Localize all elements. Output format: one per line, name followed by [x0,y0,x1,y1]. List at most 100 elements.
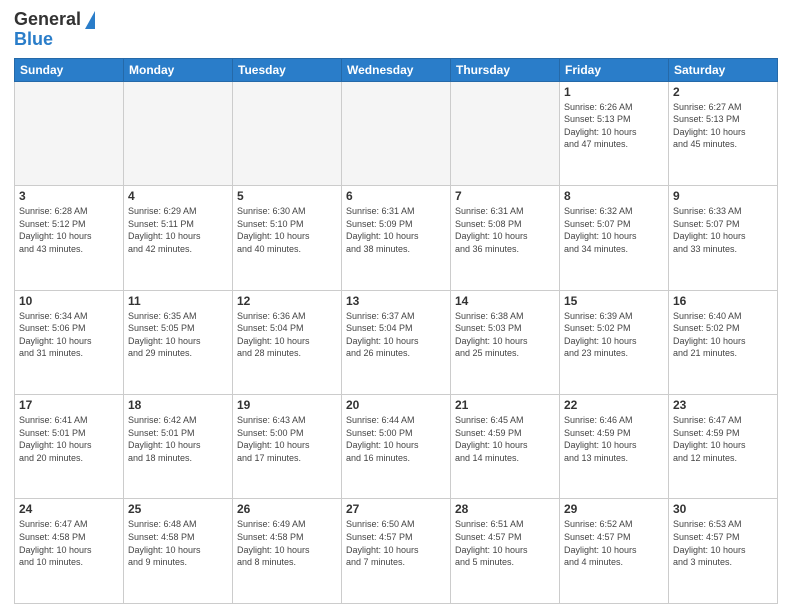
day-cell: 24 Sunrise: 6:47 AM Sunset: 4:58 PM Dayli… [15,499,124,604]
day-cell: 25 Sunrise: 6:48 AM Sunset: 4:58 PM Dayli… [124,499,233,604]
day-info: Sunrise: 6:37 AM Sunset: 5:04 PM Dayligh… [346,310,446,360]
day-info: Sunrise: 6:46 AM Sunset: 4:59 PM Dayligh… [564,414,664,464]
day-cell: 9 Sunrise: 6:33 AM Sunset: 5:07 PM Daylig… [669,186,778,290]
logo-general: General [14,9,81,29]
day-number: 2 [673,85,773,99]
day-number: 27 [346,502,446,516]
week-row-1: 3 Sunrise: 6:28 AM Sunset: 5:12 PM Daylig… [15,186,778,290]
day-info: Sunrise: 6:49 AM Sunset: 4:58 PM Dayligh… [237,518,337,568]
day-info: Sunrise: 6:39 AM Sunset: 5:02 PM Dayligh… [564,310,664,360]
day-info: Sunrise: 6:32 AM Sunset: 5:07 PM Dayligh… [564,205,664,255]
weekday-saturday: Saturday [669,58,778,81]
day-number: 30 [673,502,773,516]
day-cell [15,81,124,185]
day-number: 17 [19,398,119,412]
day-number: 4 [128,189,228,203]
page: General Blue SundayMondayTuesdayWednesda… [0,0,792,612]
day-number: 3 [19,189,119,203]
day-cell: 5Sunrise: 6:30 AM Sunset: 5:10 PM Daylig… [233,186,342,290]
day-cell: 7 Sunrise: 6:31 AM Sunset: 5:08 PM Daylig… [451,186,560,290]
day-info: Sunrise: 6:43 AM Sunset: 5:00 PM Dayligh… [237,414,337,464]
day-cell: 29Sunrise: 6:52 AM Sunset: 4:57 PM Dayli… [560,499,669,604]
day-number: 6 [346,189,446,203]
day-info: Sunrise: 6:41 AM Sunset: 5:01 PM Dayligh… [19,414,119,464]
day-number: 24 [19,502,119,516]
day-number: 19 [237,398,337,412]
header: General Blue [14,10,778,50]
day-cell: 28Sunrise: 6:51 AM Sunset: 4:57 PM Dayli… [451,499,560,604]
day-info: Sunrise: 6:27 AM Sunset: 5:13 PM Dayligh… [673,101,773,151]
day-info: Sunrise: 6:26 AM Sunset: 5:13 PM Dayligh… [564,101,664,151]
logo: General Blue [14,10,95,50]
day-number: 21 [455,398,555,412]
day-number: 25 [128,502,228,516]
day-cell [342,81,451,185]
day-cell: 14 Sunrise: 6:38 AM Sunset: 5:03 PM Dayli… [451,290,560,394]
day-cell: 10 Sunrise: 6:34 AM Sunset: 5:06 PM Dayli… [15,290,124,394]
day-info: Sunrise: 6:52 AM Sunset: 4:57 PM Dayligh… [564,518,664,568]
week-row-2: 10 Sunrise: 6:34 AM Sunset: 5:06 PM Dayli… [15,290,778,394]
weekday-friday: Friday [560,58,669,81]
day-number: 5 [237,189,337,203]
day-info: Sunrise: 6:34 AM Sunset: 5:06 PM Dayligh… [19,310,119,360]
day-number: 9 [673,189,773,203]
day-cell [233,81,342,185]
day-info: Sunrise: 6:47 AM Sunset: 4:58 PM Dayligh… [19,518,119,568]
day-info: Sunrise: 6:36 AM Sunset: 5:04 PM Dayligh… [237,310,337,360]
day-number: 10 [19,294,119,308]
day-cell: 27Sunrise: 6:50 AM Sunset: 4:57 PM Dayli… [342,499,451,604]
day-info: Sunrise: 6:42 AM Sunset: 5:01 PM Dayligh… [128,414,228,464]
day-number: 12 [237,294,337,308]
day-info: Sunrise: 6:33 AM Sunset: 5:07 PM Dayligh… [673,205,773,255]
day-info: Sunrise: 6:35 AM Sunset: 5:05 PM Dayligh… [128,310,228,360]
day-cell: 30Sunrise: 6:53 AM Sunset: 4:57 PM Dayli… [669,499,778,604]
day-cell: 18 Sunrise: 6:42 AM Sunset: 5:01 PM Dayli… [124,395,233,499]
day-number: 16 [673,294,773,308]
day-cell: 3 Sunrise: 6:28 AM Sunset: 5:12 PM Daylig… [15,186,124,290]
day-number: 20 [346,398,446,412]
weekday-wednesday: Wednesday [342,58,451,81]
day-cell: 22 Sunrise: 6:46 AM Sunset: 4:59 PM Dayli… [560,395,669,499]
weekday-tuesday: Tuesday [233,58,342,81]
day-info: Sunrise: 6:40 AM Sunset: 5:02 PM Dayligh… [673,310,773,360]
day-cell: 26 Sunrise: 6:49 AM Sunset: 4:58 PM Dayli… [233,499,342,604]
weekday-header-row: SundayMondayTuesdayWednesdayThursdayFrid… [15,58,778,81]
day-cell: 15Sunrise: 6:39 AM Sunset: 5:02 PM Dayli… [560,290,669,394]
day-number: 22 [564,398,664,412]
day-number: 26 [237,502,337,516]
day-cell: 1 Sunrise: 6:26 AM Sunset: 5:13 PM Daylig… [560,81,669,185]
day-number: 1 [564,85,664,99]
day-cell: 2 Sunrise: 6:27 AM Sunset: 5:13 PM Daylig… [669,81,778,185]
weekday-sunday: Sunday [15,58,124,81]
week-row-0: 1 Sunrise: 6:26 AM Sunset: 5:13 PM Daylig… [15,81,778,185]
day-number: 7 [455,189,555,203]
day-info: Sunrise: 6:31 AM Sunset: 5:09 PM Dayligh… [346,205,446,255]
day-cell: 20 Sunrise: 6:44 AM Sunset: 5:00 PM Dayli… [342,395,451,499]
day-number: 14 [455,294,555,308]
logo-triangle [85,11,95,29]
day-info: Sunrise: 6:48 AM Sunset: 4:58 PM Dayligh… [128,518,228,568]
week-row-4: 24 Sunrise: 6:47 AM Sunset: 4:58 PM Dayli… [15,499,778,604]
day-info: Sunrise: 6:47 AM Sunset: 4:59 PM Dayligh… [673,414,773,464]
day-info: Sunrise: 6:29 AM Sunset: 5:11 PM Dayligh… [128,205,228,255]
day-cell: 19 Sunrise: 6:43 AM Sunset: 5:00 PM Dayli… [233,395,342,499]
weekday-monday: Monday [124,58,233,81]
day-info: Sunrise: 6:31 AM Sunset: 5:08 PM Dayligh… [455,205,555,255]
day-info: Sunrise: 6:44 AM Sunset: 5:00 PM Dayligh… [346,414,446,464]
logo-text: General [14,10,81,30]
day-cell: 13 Sunrise: 6:37 AM Sunset: 5:04 PM Dayli… [342,290,451,394]
day-number: 13 [346,294,446,308]
day-number: 23 [673,398,773,412]
day-number: 11 [128,294,228,308]
day-number: 18 [128,398,228,412]
day-info: Sunrise: 6:38 AM Sunset: 5:03 PM Dayligh… [455,310,555,360]
calendar-table: SundayMondayTuesdayWednesdayThursdayFrid… [14,58,778,604]
weekday-thursday: Thursday [451,58,560,81]
day-cell: 16 Sunrise: 6:40 AM Sunset: 5:02 PM Dayli… [669,290,778,394]
day-cell: 8Sunrise: 6:32 AM Sunset: 5:07 PM Daylig… [560,186,669,290]
day-cell: 23 Sunrise: 6:47 AM Sunset: 4:59 PM Dayli… [669,395,778,499]
day-info: Sunrise: 6:28 AM Sunset: 5:12 PM Dayligh… [19,205,119,255]
week-row-3: 17 Sunrise: 6:41 AM Sunset: 5:01 PM Dayli… [15,395,778,499]
day-cell: 12 Sunrise: 6:36 AM Sunset: 5:04 PM Dayli… [233,290,342,394]
day-info: Sunrise: 6:51 AM Sunset: 4:57 PM Dayligh… [455,518,555,568]
